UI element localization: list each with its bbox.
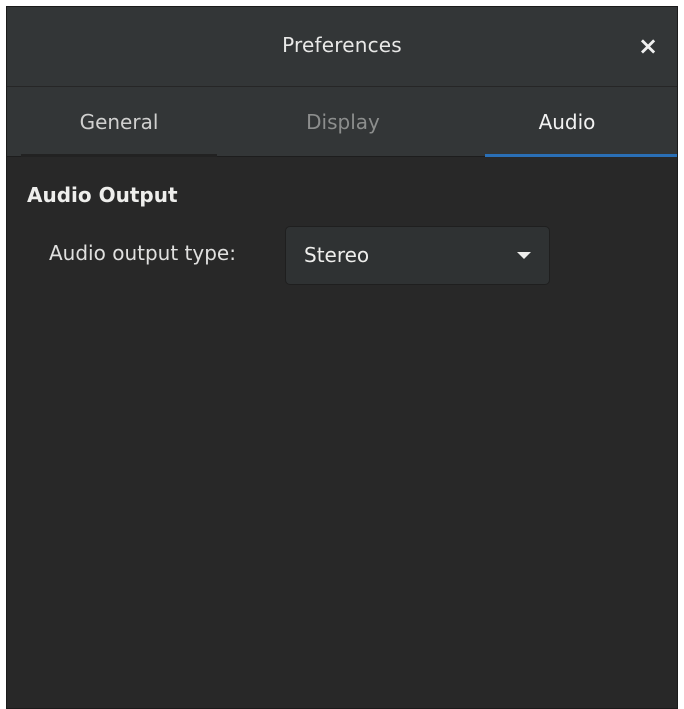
- chevron-down-icon: [517, 252, 531, 259]
- preferences-window: Preferences × General Display Audio Audi…: [6, 6, 678, 709]
- tab-bar: General Display Audio: [7, 87, 677, 157]
- close-button[interactable]: ×: [633, 31, 663, 61]
- headerbar: Preferences ×: [7, 7, 677, 87]
- audio-output-section-title: Audio Output: [27, 183, 178, 207]
- tab-general-label: General: [79, 110, 159, 134]
- audio-output-type-label: Audio output type:: [49, 241, 236, 265]
- audio-output-type-value: Stereo: [304, 243, 370, 267]
- tab-general-underline: [21, 154, 217, 157]
- tab-general[interactable]: General: [7, 87, 231, 157]
- window-title: Preferences: [282, 33, 402, 57]
- close-icon: ×: [637, 32, 659, 60]
- tab-audio-label: Audio: [538, 110, 596, 134]
- audio-output-type-dropdown[interactable]: Stereo: [285, 226, 550, 285]
- tab-display-label: Display: [306, 110, 380, 134]
- tab-audio[interactable]: Audio: [455, 87, 677, 157]
- tab-audio-active-indicator: [485, 154, 677, 157]
- tab-display[interactable]: Display: [231, 87, 455, 157]
